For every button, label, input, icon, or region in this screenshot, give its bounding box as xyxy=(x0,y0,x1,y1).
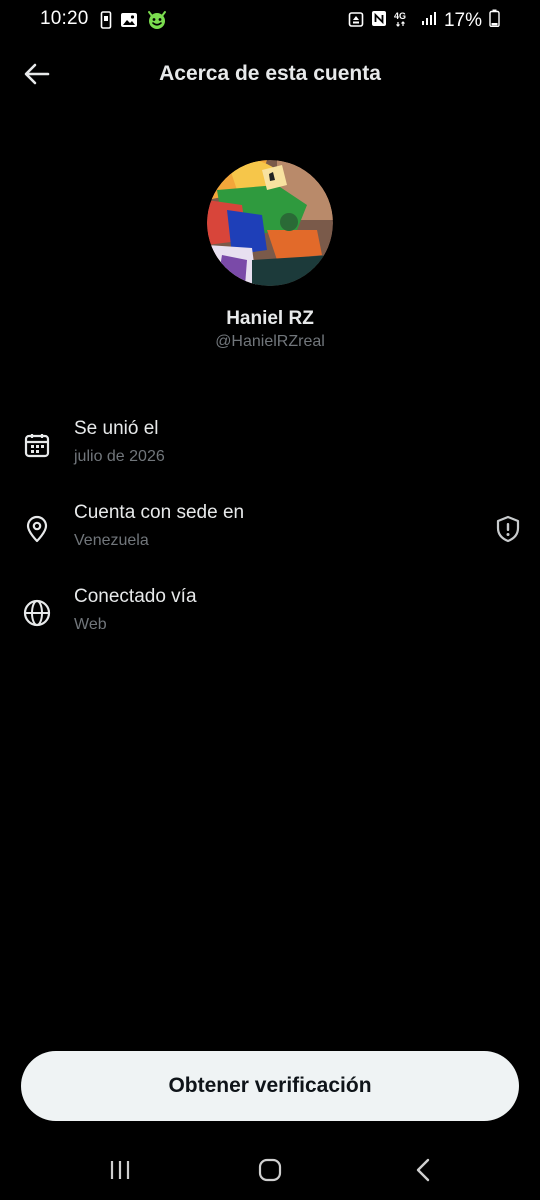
nfc-icon xyxy=(371,10,387,32)
header: Acerca de esta cuenta xyxy=(0,52,540,100)
status-time: 10:20 xyxy=(40,8,89,29)
alarm-icon xyxy=(348,10,364,32)
status-left-icons xyxy=(100,10,168,35)
recent-apps-icon[interactable] xyxy=(100,1154,140,1186)
back-icon[interactable] xyxy=(403,1154,443,1186)
4g-icon: 4G xyxy=(394,10,414,32)
avatar[interactable] xyxy=(207,160,333,286)
calendar-icon xyxy=(22,430,52,460)
battery-percentage: 17% xyxy=(443,9,482,31)
info-row-joined: Se unió el julio de 2026 xyxy=(0,418,540,488)
display-name: Haniel RZ xyxy=(226,308,314,329)
phone-icon xyxy=(100,11,112,34)
battery-icon xyxy=(489,9,500,32)
get-verification-button[interactable]: Obtener verificación xyxy=(21,1051,519,1121)
home-icon[interactable] xyxy=(250,1154,290,1186)
handle: @HanielRZreal xyxy=(215,333,325,350)
row-value-connected: Web xyxy=(74,616,107,633)
row-title-location: Cuenta con sede en xyxy=(74,502,245,523)
status-bar: 10:20 4G 17% xyxy=(0,0,540,40)
row-value-joined: julio de 2026 xyxy=(74,448,165,465)
shield-alert-icon[interactable] xyxy=(494,514,522,544)
row-value-location: Venezuela xyxy=(74,532,149,549)
status-right-icons: 4G 17% xyxy=(348,9,500,32)
row-title-joined: Se unió el xyxy=(74,418,159,439)
row-title-connected: Conectado vía xyxy=(74,586,197,607)
android-face-icon xyxy=(146,10,168,35)
page-title: Acerca de esta cuenta xyxy=(159,62,381,85)
image-icon xyxy=(120,12,138,33)
info-row-connected: Conectado vía Web xyxy=(0,586,540,656)
globe-icon xyxy=(22,598,52,628)
signal-icon xyxy=(421,10,437,31)
location-pin-icon xyxy=(22,514,52,544)
system-nav-bar xyxy=(0,1140,540,1200)
svg-text:4G: 4G xyxy=(394,11,406,21)
info-row-location: Cuenta con sede en Venezuela xyxy=(0,502,540,572)
